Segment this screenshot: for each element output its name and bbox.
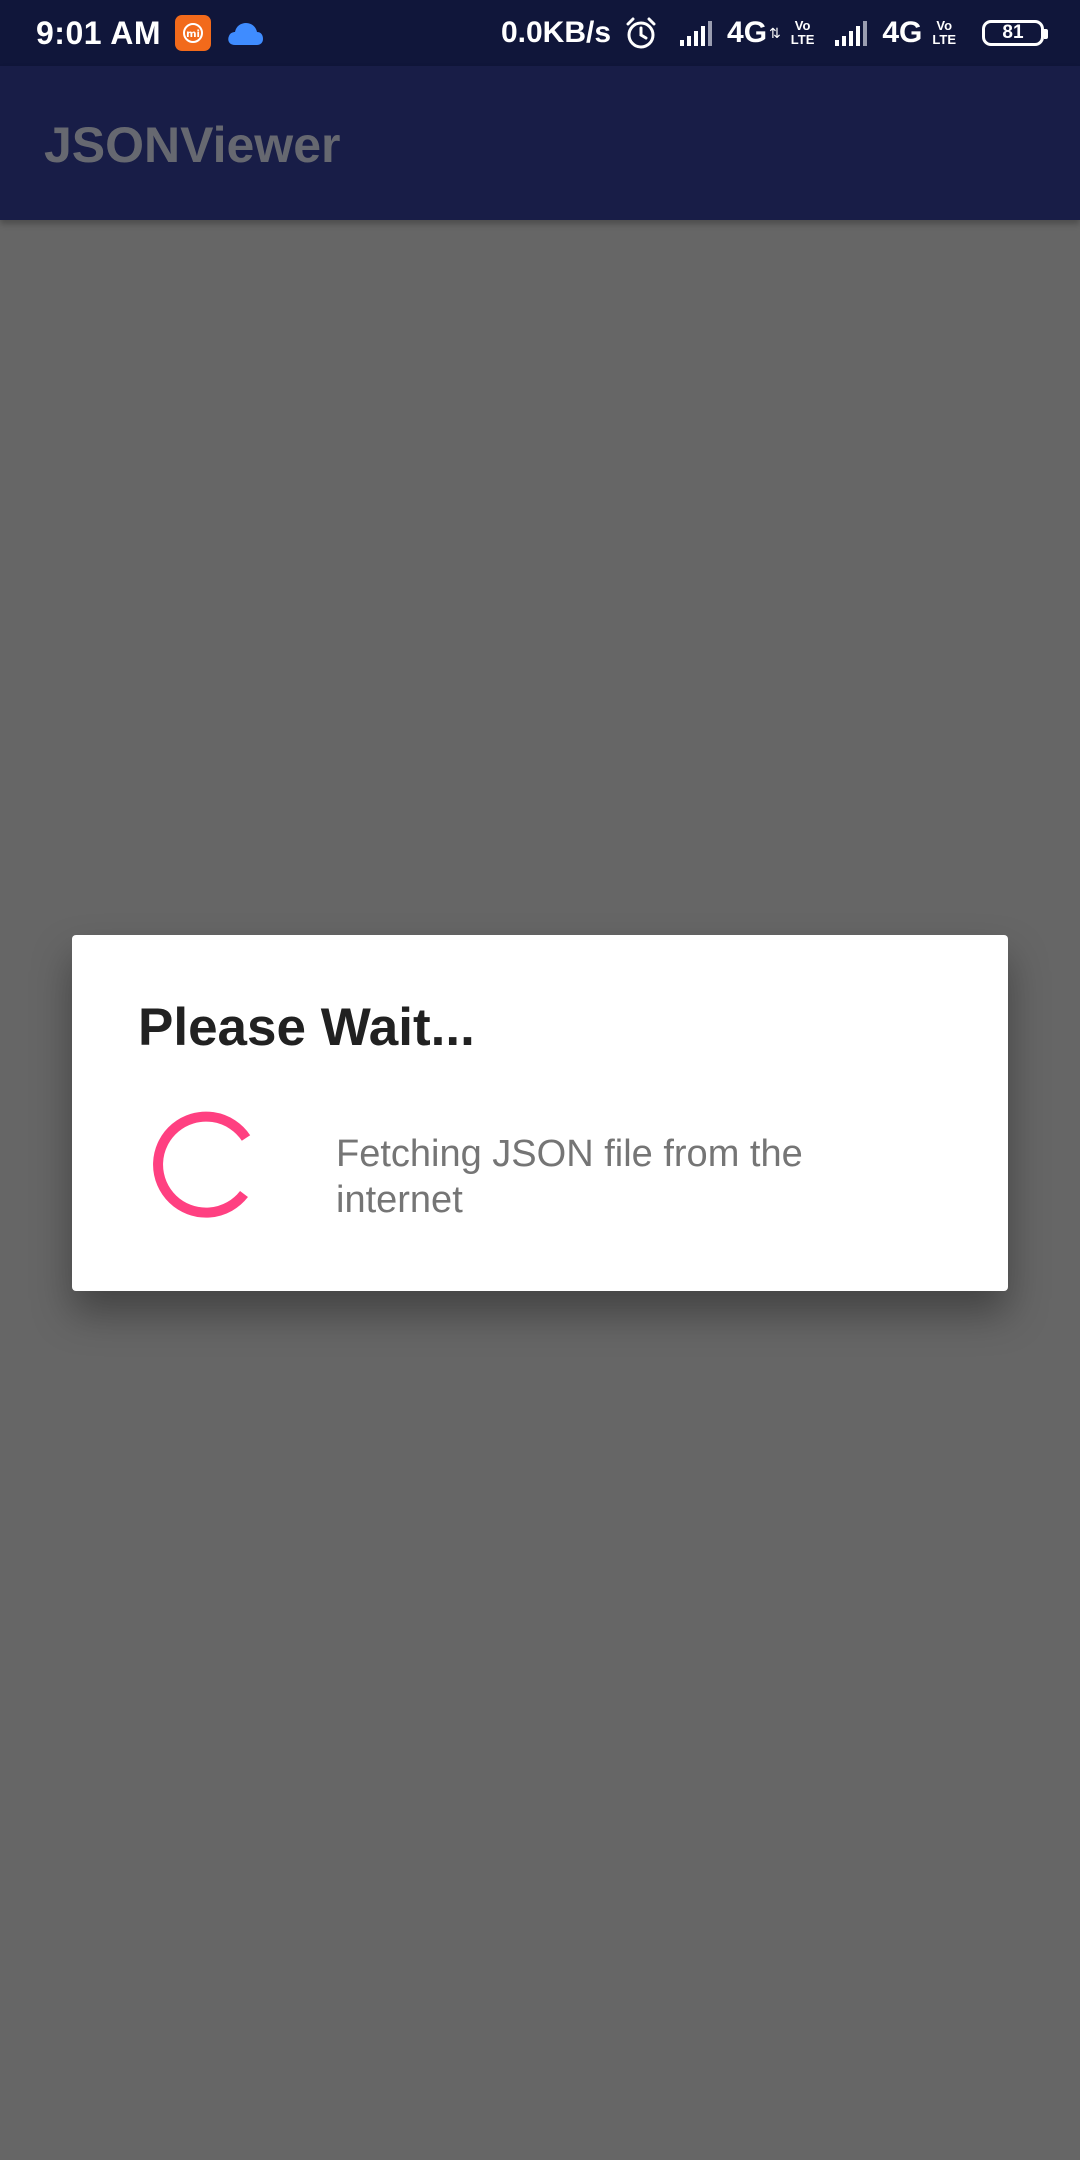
battery-icon: 81 xyxy=(982,20,1048,46)
network-type-sim1: 4G xyxy=(727,16,768,49)
volte-bottom-label: LTE xyxy=(790,32,815,47)
app-title: JSONViewer xyxy=(44,117,341,173)
signal-strength-icon xyxy=(834,18,874,48)
status-right-group: 0.0KB/s 4G ⇅ Vo LTE 4G Vo LTE 81 xyxy=(500,15,1048,51)
mi-app-icon: mi xyxy=(175,15,212,51)
app-bar: JSONViewer xyxy=(0,66,1080,220)
volte-bottom-label: LTE xyxy=(932,32,956,47)
status-time: 9:01 AM xyxy=(36,14,162,51)
volte-top-label: Vo xyxy=(794,18,811,33)
svg-text:mi: mi xyxy=(186,29,200,40)
volte-top-label: Vo xyxy=(936,18,953,33)
network-speed: 0.0KB/s xyxy=(500,16,612,49)
dialog-message: Fetching JSON file from the internet xyxy=(336,1133,803,1221)
volte-icon: Vo LTE xyxy=(932,19,956,47)
cloud-icon xyxy=(225,19,265,47)
progress-dialog: Please Wait... Fetching JSON file from t… xyxy=(72,935,1008,1291)
signal-strength-icon xyxy=(679,18,719,48)
alarm-icon xyxy=(623,15,659,51)
dialog-title: Please Wait... xyxy=(138,998,475,1057)
data-activity-icon: ⇅ xyxy=(769,25,781,41)
network-type-sim2: 4G xyxy=(882,16,923,49)
status-bar: 9:01 AM mi 0.0KB/s 4G ⇅ Vo LTE 4G Vo LTE… xyxy=(0,0,1080,66)
loading-spinner-icon xyxy=(153,1111,251,1218)
battery-level: 81 xyxy=(1002,22,1024,43)
volte-icon: Vo LTE xyxy=(791,19,815,47)
